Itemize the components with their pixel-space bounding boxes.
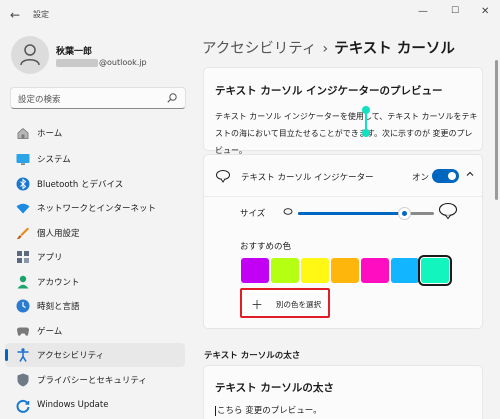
color-swatch[interactable] xyxy=(361,258,389,283)
accounts-icon xyxy=(17,275,29,289)
color-swatch[interactable] xyxy=(391,258,419,283)
preview-card: テキスト カーソル インジケーターのプレビュー テキスト カーソル インジケータ… xyxy=(203,67,483,155)
size-label: サイズ xyxy=(240,209,266,219)
personalization-icon xyxy=(17,227,29,240)
indicator-bottom-dot xyxy=(362,129,370,137)
preview-title: テキスト カーソル インジケーターのプレビュー xyxy=(215,85,443,97)
toggle-knob xyxy=(448,172,456,180)
color-swatch[interactable] xyxy=(241,258,269,283)
thickness-section-heading: テキスト カーソルの太さ xyxy=(204,351,301,361)
choose-another-color-button[interactable]: ＋ 別の色を選択 xyxy=(240,288,330,318)
sidebar-item-gaming[interactable]: ゲーム xyxy=(5,319,185,343)
sidebar-item-label: アプリ xyxy=(37,253,63,263)
breadcrumb: アクセシビリティ › テキスト カーソル xyxy=(202,37,455,58)
gaming-icon xyxy=(17,327,29,336)
size-slider-thumb[interactable] xyxy=(398,207,412,220)
text-cursor xyxy=(215,405,216,416)
sidebar-item-accounts[interactable]: アカウント xyxy=(5,270,185,294)
user-icon xyxy=(20,44,40,66)
text-cursor-indicator-preview xyxy=(362,106,370,137)
apps-icon xyxy=(17,251,29,263)
search-input[interactable]: 設定の検索 xyxy=(10,87,186,109)
sidebar-item-time-language[interactable]: 時刻と言語 xyxy=(5,294,185,318)
breadcrumb-separator: › xyxy=(322,41,329,57)
color-swatch[interactable] xyxy=(271,258,299,283)
sidebar-item-label: ゲーム xyxy=(37,327,63,337)
sidebar-item-label: アクセシビリティ xyxy=(37,351,105,361)
sidebar-item-personalization[interactable]: 個人用設定 xyxy=(5,221,185,245)
home-icon xyxy=(17,127,29,139)
sidebar-item-windows-update[interactable]: Windows Update xyxy=(5,394,185,418)
search-placeholder: 設定の検索 xyxy=(18,95,61,105)
thickness-sample-text: こちら 変更のプレビュー。 xyxy=(217,406,322,416)
breadcrumb-parent[interactable]: アクセシビリティ xyxy=(202,41,316,57)
system-icon xyxy=(16,154,30,165)
sidebar-item-label: Windows Update xyxy=(37,400,109,410)
user-email: @outlook.jp xyxy=(56,58,147,67)
preview-text: テキスト カーソル インジケーターを使用して、テキスト カーソルをテキストの海に… xyxy=(215,112,478,155)
sidebar-item-label: プライバシーとセキュリティ xyxy=(37,376,147,386)
privacy-icon xyxy=(17,373,29,387)
toggle-state-text: オン xyxy=(412,173,430,183)
large-size-icon xyxy=(438,202,458,220)
indicator-header[interactable]: テキスト カーソル インジケーター オン xyxy=(204,155,482,197)
accessibility-icon xyxy=(17,348,29,362)
windows-update-icon xyxy=(16,399,30,413)
page-title: テキスト カーソル xyxy=(334,41,455,57)
cursor-indicator-icon xyxy=(216,170,230,183)
maximize-icon[interactable]: ☐ xyxy=(451,6,459,16)
email-suffix: @outlook.jp xyxy=(99,58,147,67)
size-slider-fill xyxy=(298,212,405,215)
back-arrow-icon[interactable]: ← xyxy=(10,8,20,22)
title-bar: ← 設定 — ☐ ✕ xyxy=(0,0,500,28)
bluetooth-icon xyxy=(16,177,30,191)
sidebar-item-label: ホーム xyxy=(37,129,63,139)
sidebar-item-label: 個人用設定 xyxy=(37,229,80,239)
app-title: 設定 xyxy=(33,10,49,19)
indicator-settings-card: テキスト カーソル インジケーター オン サイズ おすすめの色 ＋ 別の色を選択 xyxy=(203,154,483,329)
sidebar-item-label: Bluetooth とデバイス xyxy=(37,180,124,190)
size-slider[interactable] xyxy=(298,207,434,220)
time-language-icon xyxy=(16,299,30,313)
thickness-sample: こちら 変更のプレビュー。 xyxy=(215,404,322,416)
chevron-up-icon[interactable] xyxy=(465,169,475,179)
sidebar-item-network[interactable]: ネットワークとインターネット xyxy=(5,196,185,220)
custom-color-label: 別の色を選択 xyxy=(276,300,321,309)
thickness-card: テキスト カーソルの太さ こちら 変更のプレビュー。 xyxy=(203,365,483,419)
sidebar-item-system[interactable]: システム xyxy=(5,147,185,171)
indicator-toggle[interactable] xyxy=(432,169,459,183)
search-icon xyxy=(167,93,177,103)
selection-indicator xyxy=(5,349,8,361)
close-icon[interactable]: ✕ xyxy=(481,6,489,17)
sidebar-item-label: アカウント xyxy=(37,278,80,288)
color-swatch[interactable] xyxy=(418,255,452,286)
sidebar-item-label: ネットワークとインターネット xyxy=(37,204,157,214)
minimize-icon[interactable]: — xyxy=(418,6,428,17)
user-name: 秋葉一郎 xyxy=(56,47,93,57)
indicator-label: テキスト カーソル インジケーター xyxy=(241,173,374,183)
color-swatch[interactable] xyxy=(331,258,359,283)
sidebar-item-bluetooth[interactable]: Bluetooth とデバイス xyxy=(5,172,185,196)
sidebar-item-home[interactable]: ホーム xyxy=(5,121,185,145)
small-size-icon xyxy=(283,208,293,215)
recommended-colors-label: おすすめの色 xyxy=(240,242,292,252)
network-icon xyxy=(16,203,30,214)
sidebar-item-privacy[interactable]: プライバシーとセキュリティ xyxy=(5,368,185,392)
email-redaction xyxy=(56,58,98,67)
sidebar-item-label: システム xyxy=(37,155,71,165)
thickness-title: テキスト カーソルの太さ xyxy=(215,382,334,394)
sidebar-item-accessibility[interactable]: アクセシビリティ xyxy=(5,343,185,367)
avatar[interactable] xyxy=(11,36,49,74)
plus-icon: ＋ xyxy=(251,298,264,312)
sidebar-item-label: 時刻と言語 xyxy=(37,302,80,312)
sidebar-item-apps[interactable]: アプリ xyxy=(5,245,185,269)
scrollbar[interactable] xyxy=(495,60,498,200)
color-swatch[interactable] xyxy=(301,258,329,283)
